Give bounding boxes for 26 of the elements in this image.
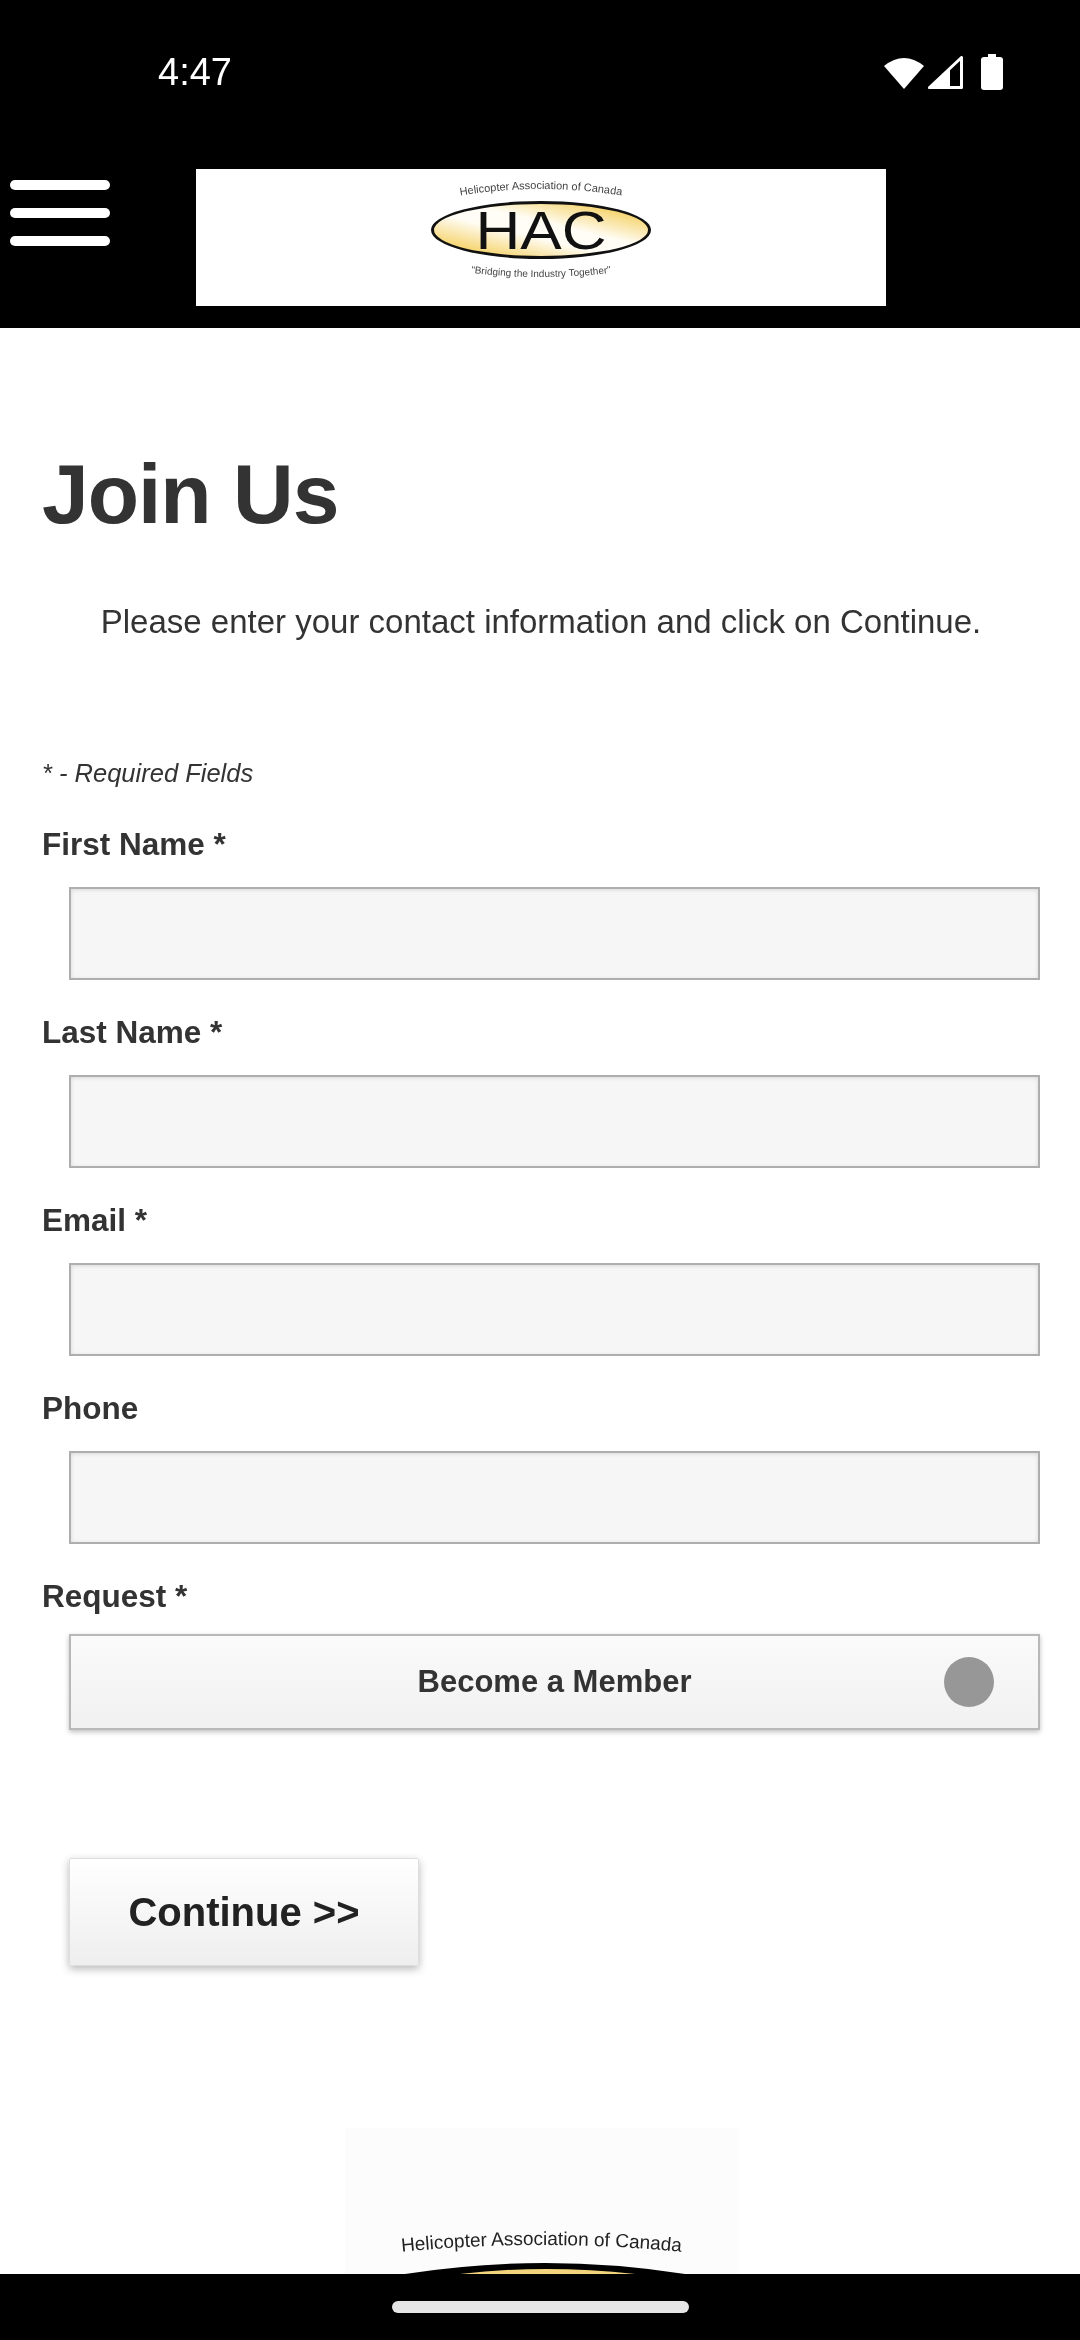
menu-button[interactable]: [10, 180, 110, 246]
text-field[interactable]: [69, 1451, 1040, 1544]
continue-button[interactable]: Continue >>: [69, 1858, 419, 1966]
text-field[interactable]: [69, 887, 1040, 980]
request-select[interactable]: Become a Member: [69, 1634, 1040, 1730]
wifi-icon: [884, 55, 924, 89]
signal-icon: [928, 55, 963, 89]
logo-arc-text: Helicopter Association of Canada: [458, 179, 624, 198]
field-label: Phone: [42, 1389, 140, 1428]
logo-tagline: "Bridging the Industry Together": [470, 264, 612, 279]
page-title: Join Us: [42, 452, 340, 536]
field-label: Email *: [42, 1201, 149, 1240]
intro-text: Please enter your contact information and click on Continue.: [99, 602, 983, 642]
status-time: 4:47: [158, 53, 232, 91]
menu-icon: [10, 180, 110, 246]
field-label: Last Name *: [42, 1013, 224, 1052]
field-label: Request *: [42, 1577, 189, 1616]
text-field[interactable]: [69, 1075, 1040, 1168]
field-label: First Name *: [42, 825, 227, 864]
logo-banner[interactable]: Helicopter Association of Canada HAC "Bridging the Industry Together": [196, 169, 886, 306]
dot-icon: [944, 1657, 994, 1707]
text-field[interactable]: [69, 1263, 1040, 1356]
logo-text: HAC: [475, 205, 607, 255]
required-note: * - Required Fields: [42, 758, 255, 789]
battery-icon: [981, 54, 1003, 90]
logo-arc-text: Helicopter Association of Canada: [399, 2228, 683, 2256]
